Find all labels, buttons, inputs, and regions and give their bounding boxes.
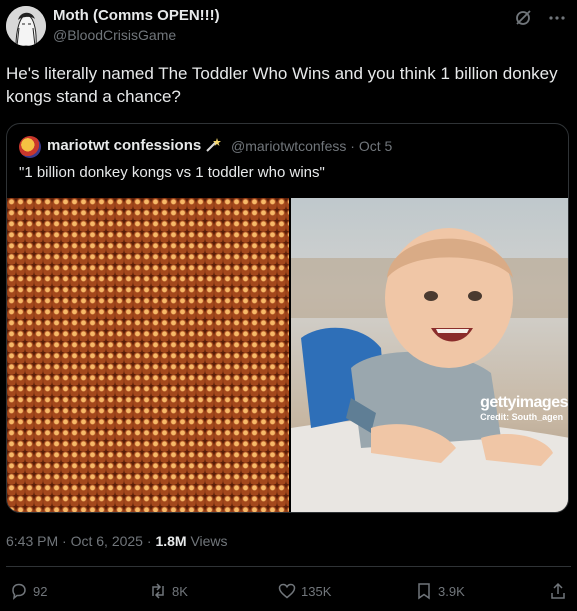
bookmark-count: 3.9K: [438, 583, 465, 599]
share-button[interactable]: [549, 582, 567, 600]
reply-button[interactable]: 92: [10, 582, 47, 600]
quote-author-display-name[interactable]: mariotwt confessions: [47, 137, 201, 154]
magic-wand-icon: [205, 137, 221, 156]
tweet-time[interactable]: 6:43 PM: [6, 533, 58, 549]
tweet-timestamp-row: 6:43 PM · Oct 6, 2025 · 1.8M Views: [6, 533, 228, 549]
views-label: Views: [190, 533, 228, 549]
repost-button[interactable]: 8K: [149, 582, 188, 600]
share-icon: [551, 582, 565, 599]
tweet-text: He's literally named The Toddler Who Win…: [6, 64, 558, 106]
watermark-logo: gettyimages: [480, 394, 568, 411]
repost-icon: [152, 583, 164, 599]
tweet-top-actions: [513, 8, 567, 28]
quote-author-avatar[interactable]: [19, 136, 41, 158]
like-button[interactable]: 135K: [278, 582, 331, 600]
quoted-tweet[interactable]: mariotwt confessions @mariotwtconfess · …: [6, 123, 569, 513]
tweet-date[interactable]: Oct 6, 2025: [71, 533, 143, 549]
grok-icon[interactable]: [513, 8, 533, 28]
sketch-avatar-icon: [6, 6, 46, 46]
author-avatar[interactable]: [6, 6, 46, 46]
quote-author-handle[interactable]: @mariotwtconfess: [231, 138, 346, 154]
watermark-credit: Credit: South_agen: [480, 412, 564, 422]
author-display-name[interactable]: Moth (Comms OPEN!!!): [53, 7, 220, 24]
heart-icon: [278, 583, 296, 599]
smiling-baby-photo[interactable]: gettyimages Credit: South_agen: [291, 198, 568, 512]
reply-icon: [12, 583, 26, 600]
action-divider: [6, 566, 571, 567]
reply-count: 92: [33, 583, 48, 599]
like-count: 135K: [301, 583, 332, 599]
baby-illustration: [291, 228, 568, 512]
crowd-of-donkey-kongs-image[interactable]: [7, 198, 289, 512]
repost-count: 8K: [172, 583, 188, 599]
separator-dot: ·: [350, 138, 359, 154]
views-count: 1.8M: [155, 533, 187, 549]
bookmark-icon: [418, 583, 430, 600]
quote-text: "1 billion donkey kongs vs 1 toddler who…: [19, 164, 325, 181]
getty-watermark: gettyimages Credit: South_agen: [480, 394, 568, 422]
bookmark-button[interactable]: 3.9K: [415, 582, 465, 600]
quote-date[interactable]: Oct 5: [359, 138, 392, 154]
author-handle[interactable]: @BloodCrisisGame: [53, 27, 176, 43]
more-options-icon[interactable]: [547, 8, 567, 28]
separator-dot: ·: [62, 533, 71, 549]
quote-meta: @mariotwtconfess · Oct 5: [231, 138, 392, 154]
action-bar: 92 8K 135K 3.9K: [6, 582, 571, 604]
